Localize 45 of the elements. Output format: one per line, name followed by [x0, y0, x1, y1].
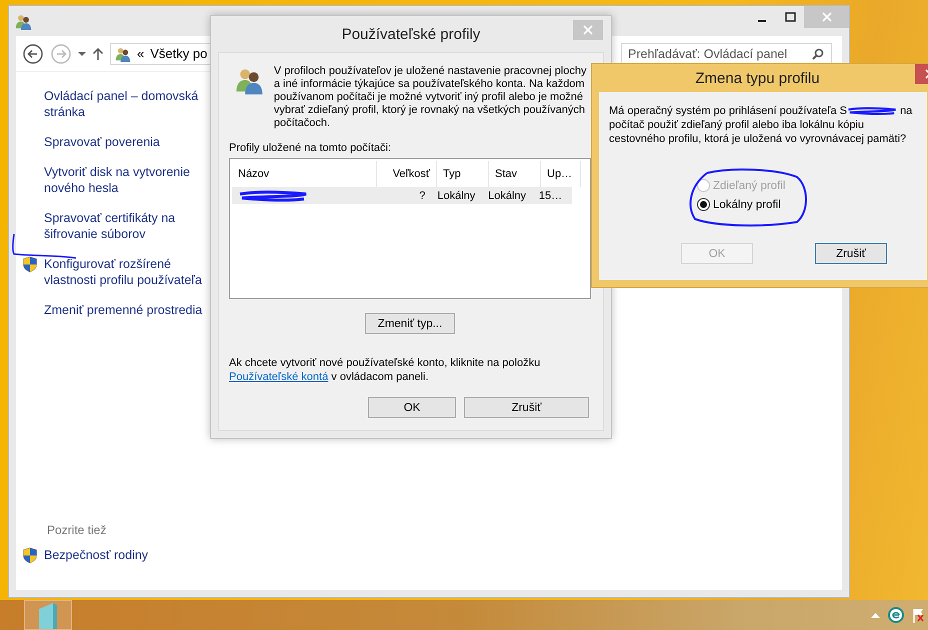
profiles-list[interactable]: Názov Veľkosť Typ Stav Up… ? Lokálny Lokálny 15… — [229, 158, 591, 299]
table-cell-text: 15… — [538, 188, 564, 204]
task-link[interactable]: Konfigurovať rozšírené vlastnosti profilu používateľa — [44, 256, 204, 288]
shield-icon — [22, 256, 38, 273]
change-type-button[interactable]: Zmeniť typ... — [365, 313, 455, 334]
task-link[interactable]: Zmeniť premenné prostredia — [44, 302, 204, 318]
task-link[interactable]: Spravovať certifikáty na šifrovanie súborov — [44, 210, 204, 242]
cancel-button[interactable]: Zrušiť — [464, 397, 589, 418]
up-arrow-icon[interactable] — [92, 46, 104, 60]
list-label: Profily uložené na tomto počítači: — [229, 142, 392, 154]
close-icon — [583, 25, 593, 35]
user-accounts-link[interactable]: Používateľské kontá — [229, 371, 328, 383]
users-icon — [115, 46, 131, 62]
breadcrumb-item[interactable]: Všetky po — [150, 46, 208, 61]
question-text: Má operačný systém po prihlásení používateľa S na počítač použiť zdieľaný profil alebo iba lokálnu kópiu cestovného profilu, ktorá je uložená vo vyrovnávacej pamäti? — [609, 104, 914, 146]
table-cell-text: Lokálny — [436, 188, 476, 204]
task-link[interactable]: Vytvoriť disk na vytvorenie nového hesla — [44, 164, 204, 196]
redaction-scribble — [847, 105, 897, 118]
cancel-button[interactable]: Zrušiť — [815, 243, 887, 264]
antivirus-icon[interactable] — [888, 607, 904, 623]
profile-row[interactable]: ? Lokálny Lokálny 15… — [232, 187, 572, 204]
shield-icon — [22, 547, 38, 564]
caret-icon[interactable] — [78, 50, 86, 56]
see-also-link[interactable]: Bezpečnosť rodiny — [44, 547, 204, 563]
search-field[interactable]: Prehľadávať: Ovládací panel — [621, 42, 832, 64]
flag-icon[interactable] — [912, 607, 924, 623]
maximize-icon — [784, 12, 796, 22]
table-cell-text: Lokálny — [487, 188, 528, 204]
close-icon — [822, 12, 832, 22]
info-text: Ak chcete vytvoriť nové používateľské konto, kliknite na položku Používateľské kontá v ovládacom paneli. — [229, 356, 542, 384]
dialog-title: Používateľské profily — [342, 26, 480, 42]
minimize-icon — [758, 20, 766, 22]
see-also-heading: Pozrite tiež — [46, 523, 108, 537]
task-link[interactable]: Spravovať poverenia — [44, 134, 204, 150]
redaction-scribble — [238, 190, 308, 202]
ok-button[interactable]: OK — [368, 397, 456, 418]
description-text: V profiloch používateľov je uložené nastavenie pracovnej plochy a iné informácie týkajúce sa používateľského konta. Na každom používanom počítači je možné vytvoriť iný profil alebo je možné vybrať zdieľaný profil, ktorý je rovnaký na všetkých používaných počítačoch. — [274, 65, 588, 130]
search-icon — [812, 48, 824, 60]
breadcrumb-chevron: « — [137, 46, 144, 61]
radio-option[interactable]: Lokálny profil — [697, 198, 917, 211]
users-icon — [15, 12, 32, 30]
back-icon[interactable] — [22, 42, 44, 64]
task-link[interactable]: Ovládací panel – domovská stránka — [44, 88, 204, 120]
table-cell-text: ? — [418, 188, 426, 204]
dialog-title: Zmena typu profilu — [695, 70, 820, 86]
